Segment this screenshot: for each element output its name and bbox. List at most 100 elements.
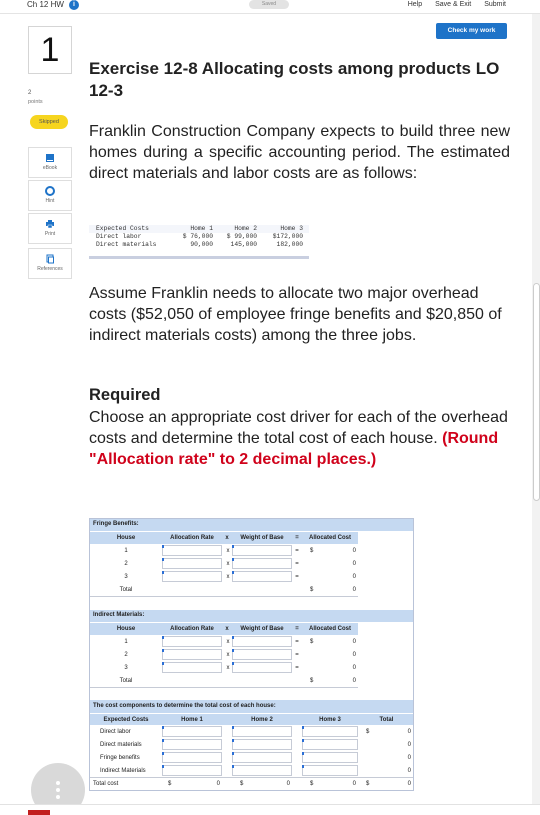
fringe-op-eq-1: = [295,548,299,554]
check-my-work-button[interactable]: Check my work [436,23,507,39]
cell: 145,000 [230,241,257,248]
ebook-label: eBook [42,165,58,171]
indirect-section-title: Indirect Materials: [93,612,145,618]
summary-home2-input-3[interactable] [232,752,292,763]
indirect-op-x-3: x [226,665,230,671]
submit-link[interactable]: Submit [484,1,506,8]
indirect-alloc-2: 0 [352,652,356,658]
indirect-weight-input-3[interactable] [232,662,292,673]
summary-home1-input-1[interactable] [162,726,222,737]
indirect-divider [90,687,358,688]
lifebuoy-icon [45,186,55,196]
scrollbar-thumb[interactable] [533,283,540,501]
summary-home1-input-3[interactable] [162,752,222,763]
summary-h1-dollar: $ [168,781,172,787]
exercise-assumption: Assume Franklin needs to allocate two ma… [89,285,502,344]
indirect-total-dollar: $ [310,678,314,684]
exercise-intro: Franklin Construction Company expects to… [89,123,510,182]
summary-home3-input-4[interactable] [302,765,358,776]
summary-label-2: Direct materials [100,742,142,748]
indirect-rate-input-3[interactable] [162,662,222,673]
fringe-house-1: 1 [124,548,128,554]
summary-total-3: 0 [407,755,411,761]
summary-home1-input-2[interactable] [162,739,222,750]
summary-total-4: 0 [407,768,411,774]
hint-label: Hint [45,198,55,204]
summary-home2-input-2[interactable] [232,739,292,750]
fringe-rate-input-2[interactable] [162,558,222,569]
fringe-col-alloc: Allocated Cost [308,535,351,541]
saved-status: Saved [249,0,289,9]
copy-icon [45,254,55,264]
indirect-house-1: 1 [124,639,128,645]
indirect-rate-input-2[interactable] [162,649,222,660]
fringe-rate-input-3[interactable] [162,571,222,582]
indirect-rate-input-1[interactable] [162,636,222,647]
save-exit-link[interactable]: Save & Exit [435,1,471,8]
indirect-weight-input-2[interactable] [232,649,292,660]
question-number: 1 [28,26,72,74]
fringe-col-rate: Allocation Rate [170,535,214,541]
summary-home3-input-1[interactable] [302,726,358,737]
row-label: Direct labor [96,233,142,240]
fringe-rate-input-1[interactable] [162,545,222,556]
help-link[interactable]: Help [408,1,422,8]
fringe-op-x-3: x [226,574,230,580]
summary-home1-input-4[interactable] [162,765,222,776]
fringe-op-x-1: x [226,548,230,554]
fringe-weight-input-3[interactable] [232,571,292,582]
ebook-tool[interactable]: eBook [28,147,72,178]
summary-label-1: Direct labor [100,729,131,735]
summary-section-title: The cost components to determine the tot… [93,703,276,709]
indirect-house-3: 3 [124,665,128,671]
indirect-alloc-3: 0 [352,665,356,671]
more-dot-icon [56,788,60,792]
top-links: Help Save & Exit Submit [397,0,506,10]
summary-home3-input-2[interactable] [302,739,358,750]
summary-home2-input-4[interactable] [232,765,292,776]
header-home-3: Home 3 [280,225,303,232]
row-label: Direct materials [96,241,157,248]
more-dot-icon [56,781,60,785]
print-tool[interactable]: Print [28,213,72,244]
indirect-house-2: 2 [124,652,128,658]
summary-col-home1: Home 1 [181,717,203,723]
indirect-col-alloc: Allocated Cost [308,626,351,632]
summary-h3-dollar: $ [310,781,314,787]
summary-home2-input-1[interactable] [232,726,292,737]
indirect-dollar-1: $ [310,639,314,645]
cell: $ 76,000 [182,233,213,240]
table-row: Direct materials 90,000 145,000 182,000 [89,241,309,249]
fringe-op-eq-3: = [295,574,299,580]
required-text: Choose an appropriate cost driver for ea… [89,407,510,470]
references-tool[interactable]: References [28,248,72,279]
cell: 90,000 [190,241,213,248]
indirect-weight-input-1[interactable] [232,636,292,647]
status-badge: Skipped [30,115,68,129]
summary-total-cost-label: Total cost [93,781,119,787]
cell: $172,000 [272,233,303,240]
fringe-weight-input-1[interactable] [232,545,292,556]
fringe-total-value: 0 [352,587,356,593]
indirect-col-weight: Weight of Base [240,626,284,632]
fringe-col-eq: = [295,535,299,541]
fringe-section-band: Fringe Benefits: [90,519,413,531]
fringe-total-label: Total [119,587,133,593]
summary-home3-input-3[interactable] [302,752,358,763]
print-label: Print [44,231,56,237]
fringe-alloc-1: 0 [352,548,356,554]
publisher-logo [28,810,50,815]
fringe-weight-input-2[interactable] [232,558,292,569]
book-icon [45,153,55,163]
cell: 182,000 [276,241,303,248]
indirect-col-eq: = [295,626,299,632]
hint-tool[interactable]: Hint [28,180,72,211]
fringe-col-x: x [225,535,229,541]
summary-total-1: 0 [407,729,411,735]
fringe-op-eq-2: = [295,561,299,567]
info-icon[interactable]: i [69,0,79,10]
indirect-op-eq-3: = [295,665,299,671]
fringe-house-3: 3 [124,574,128,580]
top-bar: Ch 12 HW i Saved Help Save & Exit Submit [0,0,540,14]
fringe-col-weight: Weight of Base [240,535,284,541]
